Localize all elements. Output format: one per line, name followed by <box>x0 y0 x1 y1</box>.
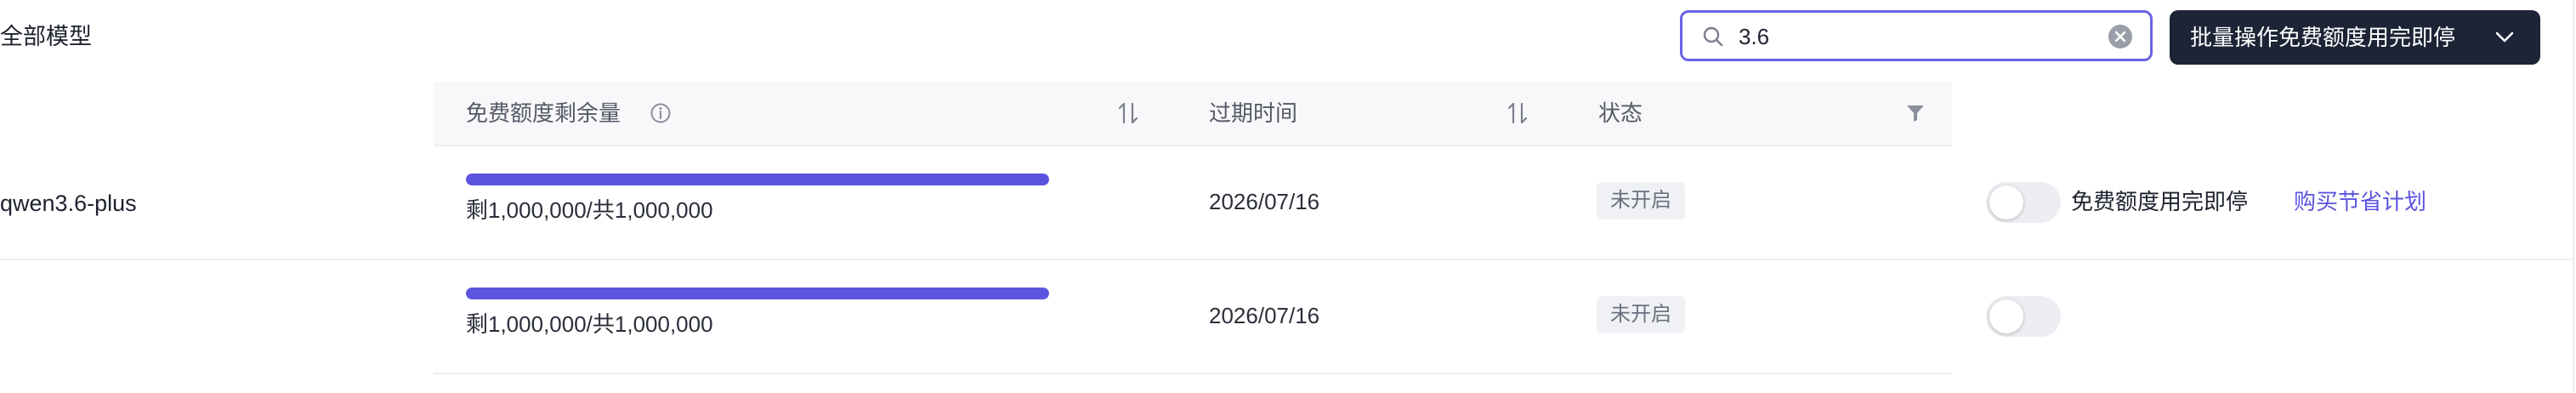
row-divider <box>434 145 1952 146</box>
toggle-knob <box>1989 299 2023 333</box>
column-header-status: 状态 <box>1598 100 1643 126</box>
auto-stop-toggle[interactable] <box>1986 182 2061 223</box>
section-title: 全部模型 <box>0 24 92 49</box>
quota-progress-fill <box>466 288 1049 299</box>
search-box[interactable] <box>1680 10 2153 61</box>
quota-text: 剩1,000,000/共1,000,000 <box>466 311 713 337</box>
auto-stop-label: 免费额度用完即停 <box>2071 189 2249 214</box>
expiry-date: 2026/07/16 <box>1209 189 1320 214</box>
sort-icon[interactable] <box>1117 100 1139 126</box>
batch-operation-label: 批量操作免费额度用完即停 <box>2190 25 2456 50</box>
table-header: 免费额度剩余量 过期时间 状态 <box>434 82 1952 145</box>
column-header-quota: 免费额度剩余量 <box>466 100 621 126</box>
clear-icon[interactable] <box>2108 24 2133 49</box>
filter-icon[interactable] <box>1904 102 1926 124</box>
status-badge: 未开启 <box>1597 296 1685 333</box>
quota-progress-bar <box>466 174 1049 185</box>
row-divider <box>0 259 2573 260</box>
toggle-knob <box>1989 185 2023 219</box>
auto-stop-toggle[interactable] <box>1986 296 2061 337</box>
column-header-expiry: 过期时间 <box>1209 100 1298 126</box>
quota-text: 剩1,000,000/共1,000,000 <box>466 197 713 223</box>
chevron-down-icon <box>2495 31 2514 43</box>
status-badge: 未开启 <box>1597 182 1685 219</box>
expiry-date: 2026/07/16 <box>1209 303 1320 328</box>
panel-right-border <box>2573 0 2574 393</box>
search-input[interactable] <box>1739 20 2079 54</box>
quota-progress-fill <box>466 174 1049 185</box>
sort-icon[interactable] <box>1506 100 1529 126</box>
batch-operation-button[interactable]: 批量操作免费额度用完即停 <box>2170 10 2540 65</box>
buy-savings-plan-link[interactable]: 购买节省计划 <box>2294 187 2426 216</box>
row-divider <box>434 373 1952 374</box>
search-icon <box>1703 26 1723 47</box>
model-name: qwen3.6-plus <box>0 191 137 216</box>
quota-progress-bar <box>466 288 1049 299</box>
info-icon[interactable] <box>650 102 672 124</box>
